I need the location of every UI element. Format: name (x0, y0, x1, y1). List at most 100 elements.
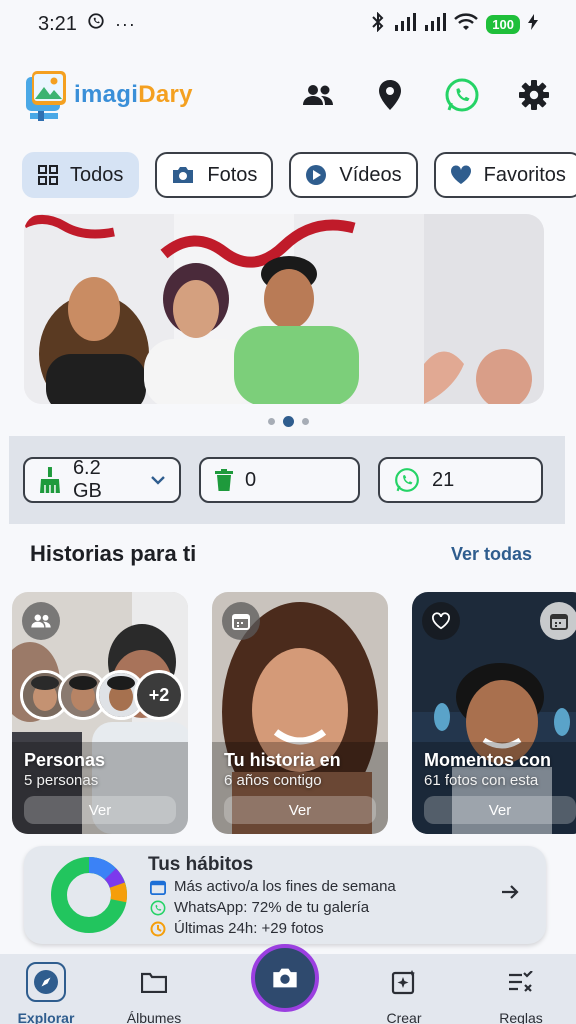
compass-icon (34, 970, 58, 994)
logo-icon (26, 71, 66, 121)
nav-albumes[interactable]: Álbumes (104, 962, 204, 1024)
whatsapp-media-button[interactable]: 21 (378, 457, 543, 503)
whatsapp-icon (150, 900, 166, 915)
logo-wordmark-tail: Dary (138, 81, 193, 108)
story-card-momentos[interactable]: Momentos con 61 fotos con esta Ver (412, 592, 576, 834)
battery-indicator: 100 (486, 14, 520, 34)
cleanup-size-value: 6.2 GB (72, 457, 102, 502)
carousel-dot[interactable] (301, 418, 309, 425)
chevron-down-icon (151, 476, 165, 485)
heart-outline-icon (432, 612, 450, 630)
featured-photo-banner[interactable] (24, 214, 544, 404)
grid-icon (38, 165, 58, 185)
habits-line-weekend: Más activo/a los fines de semana (150, 878, 396, 895)
story-card-personas[interactable]: +2 Personas 5 personas Ver (12, 592, 188, 834)
filter-chip-videos[interactable]: Vídeos (289, 152, 418, 198)
story-title: Personas (24, 750, 106, 770)
logo-wordmark-main: imagi (74, 81, 139, 108)
calendar-icon (232, 614, 250, 630)
filter-chips: Todos Fotos Vídeos Favoritos (22, 152, 576, 198)
filter-chip-fotos[interactable]: Fotos (155, 152, 274, 198)
avatar-more-count[interactable]: +2 (134, 670, 184, 720)
settings-gear-icon[interactable] (516, 77, 552, 113)
nav-icon-container (134, 962, 174, 1002)
face-avatars: +2 (20, 670, 184, 720)
bluetooth-icon (370, 11, 386, 37)
nav-reglas[interactable]: Reglas (471, 962, 571, 1024)
calendar-icon (550, 614, 568, 630)
habits-line-text: Más activo/a los fines de semana (174, 878, 396, 895)
charging-icon (528, 13, 538, 35)
trash-count: 0 (245, 468, 257, 491)
filter-chip-favoritos[interactable]: Favoritos (433, 152, 576, 198)
storage-stats-card: 6.2 GB 0 21 (9, 436, 565, 524)
habits-line-text: WhatsApp: 72% de tu galería (174, 899, 370, 916)
nav-label: Reglas (499, 1010, 543, 1024)
folder-icon (141, 972, 167, 993)
nav-icon-container (384, 962, 424, 1002)
whatsapp-count: 21 (432, 468, 455, 491)
story-subtitle: 6 años contigo (224, 772, 322, 789)
rules-list-icon (509, 971, 533, 992)
calendar-icon (150, 880, 166, 895)
calendar-badge (222, 602, 260, 640)
wifi-icon (454, 12, 479, 36)
habits-title: Tus hábitos (148, 854, 254, 875)
stories-carousel: +2 Personas 5 personas Ver Tu historia e… (12, 592, 576, 834)
favorite-badge[interactable] (422, 602, 460, 640)
story-subtitle: 5 personas (24, 772, 99, 789)
nav-icon-container (26, 962, 66, 1002)
calendar-badge (540, 602, 576, 640)
camera-icon (173, 167, 194, 183)
filter-chip-todos[interactable]: Todos (22, 152, 140, 198)
filter-chip-label: Todos (70, 163, 124, 186)
people-badge (22, 602, 60, 640)
whatsapp-icon (395, 468, 419, 492)
habits-line-recent: Últimas 24h: +29 fotos (150, 920, 324, 937)
carousel-dot[interactable] (267, 418, 275, 425)
broom-icon (39, 467, 60, 493)
filter-chip-label: Fotos (207, 163, 258, 186)
camera-fab-button[interactable] (251, 944, 319, 1012)
carousel-dot-active[interactable] (282, 416, 294, 427)
signal-icon (394, 12, 417, 36)
nav-crear[interactable]: Crear (354, 962, 454, 1024)
create-sparkle-icon (391, 970, 415, 995)
birthday-group-photo (24, 214, 544, 404)
story-subtitle: 61 fotos con esta (424, 772, 539, 789)
story-view-button[interactable]: Ver (224, 796, 376, 824)
location-pin-icon[interactable] (372, 77, 408, 113)
whatsapp-notification-icon (87, 12, 105, 36)
clock-icon (150, 921, 166, 936)
filter-chip-label: Vídeos (339, 163, 402, 186)
more-notifications-icon: ··· (114, 13, 136, 34)
people-icon[interactable] (300, 77, 336, 113)
see-all-link[interactable]: Ver todas (451, 544, 532, 565)
nav-explorar[interactable]: Explorar (0, 962, 96, 1024)
nav-icon-container (501, 962, 541, 1002)
signal-icon-2 (424, 12, 447, 36)
logo-wordmark: imagiDary (74, 81, 193, 109)
status-bar: 3:21 ··· 100 (0, 0, 576, 48)
people-icon (31, 614, 51, 628)
app-header: imagiDary (0, 62, 576, 128)
cleanup-size-button[interactable]: 6.2 GB (23, 457, 181, 503)
habits-card[interactable]: Tus hábitos Más activo/a los fines de se… (24, 846, 546, 944)
nav-label: Explorar (17, 1010, 75, 1024)
story-card-tu-historia[interactable]: Tu historia en 6 años contigo Ver (212, 592, 388, 834)
nav-label: Álbumes (126, 1010, 182, 1024)
filter-chip-label: Favoritos (483, 163, 566, 186)
whatsapp-icon[interactable] (444, 77, 480, 113)
arrow-right-icon[interactable] (500, 882, 520, 902)
trash-icon (215, 469, 233, 491)
play-icon (306, 165, 327, 185)
habits-line-text: Últimas 24h: +29 fotos (174, 920, 324, 937)
story-title: Tu historia en (224, 750, 341, 770)
story-view-button[interactable]: Ver (24, 796, 176, 824)
status-time: 3:21 (38, 12, 77, 35)
story-title: Momentos con (424, 750, 552, 770)
app-logo: imagiDary (24, 69, 193, 121)
trash-button[interactable]: 0 (199, 457, 360, 503)
story-view-button[interactable]: Ver (424, 796, 576, 824)
heart-icon (450, 165, 471, 184)
